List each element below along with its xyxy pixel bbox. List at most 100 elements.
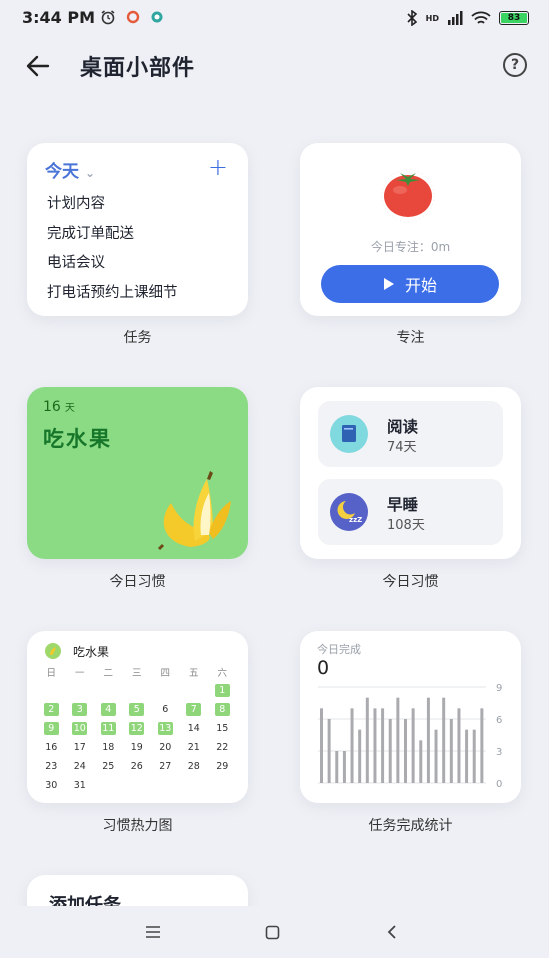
heatmap-day-cell: 29 xyxy=(216,761,229,772)
stats-bar xyxy=(358,729,362,783)
focus-widget-caption: 专注 xyxy=(396,330,425,346)
task-stats-widget[interactable]: 今日完成 0 0369 xyxy=(300,631,521,803)
stats-bar xyxy=(442,697,446,783)
stats-bar xyxy=(320,708,323,783)
heatmap-day-cell: 4 xyxy=(94,702,123,717)
back-arrow-icon[interactable] xyxy=(24,52,52,80)
task-item[interactable]: 电话会议 xyxy=(47,249,178,279)
focus-start-button[interactable]: 开始 xyxy=(321,265,499,303)
task-item[interactable]: 完成订单配送 xyxy=(47,220,178,250)
wifi-icon xyxy=(471,11,491,24)
heatmap-habit-name: 吃水果 xyxy=(73,645,110,659)
heatmap-day-cell: 12 xyxy=(129,722,145,735)
signal-label: HD xyxy=(425,13,439,23)
task-stats-chart: 0 3 6 9 xyxy=(318,683,502,790)
stats-bar xyxy=(327,719,331,783)
heatmap-empty-cell xyxy=(66,683,95,698)
stats-bar xyxy=(411,708,415,783)
focus-widget[interactable]: 今日专注：0m 开始 xyxy=(300,143,521,316)
heatmap-empty-cell xyxy=(180,683,209,698)
back-icon[interactable] xyxy=(386,924,398,940)
habit-name: 吃水果 xyxy=(43,427,112,451)
heatmap-weekday-label: 六 xyxy=(217,667,227,679)
heatmap-day-cell: 1 xyxy=(208,683,237,698)
task-item[interactable]: 打电话预约上课细节 xyxy=(47,279,178,309)
heatmap-day-cell: 18 xyxy=(102,742,115,753)
habit-single-widget[interactable]: 16 天 吃水果 xyxy=(27,387,248,559)
heatmap-day-cell: 23 xyxy=(45,761,58,772)
app-notification-icon-teal xyxy=(151,11,163,23)
heatmap-day-cell: 28 xyxy=(187,761,200,772)
habit-list-item-days: 108天 xyxy=(387,518,425,533)
heatmap-day-cell: 30 xyxy=(45,780,58,791)
heatmap-weekday-label: 二 xyxy=(103,667,113,679)
habit-list-item[interactable]: 阅读 74天 xyxy=(318,401,503,467)
heatmap-weekday-label: 五 xyxy=(188,667,199,679)
home-icon[interactable] xyxy=(265,925,280,940)
heatmap-empty-cell xyxy=(37,683,66,698)
svg-text:zzZ: zzZ xyxy=(349,516,362,524)
task-filter-dropdown[interactable]: 今天 ⌄ xyxy=(45,157,95,182)
heatmap-day-cell: 10 xyxy=(72,722,88,735)
play-icon xyxy=(383,278,394,290)
task-widget[interactable]: 今天 ⌄ + 计划内容 完成订单配送 电话会议 打电话预约上课细节 xyxy=(27,143,248,316)
task-widget-caption: 任务 xyxy=(123,330,152,346)
stats-bar xyxy=(342,751,346,783)
heatmap-day-cell: 5 xyxy=(123,702,152,717)
status-notification-icons xyxy=(100,9,164,25)
stats-bar xyxy=(365,697,369,783)
stats-bar xyxy=(426,697,430,783)
heatmap-day-cell: 16 xyxy=(45,742,58,753)
stats-bar xyxy=(335,751,339,783)
stats-bar xyxy=(404,719,407,783)
heatmap-weekday-label: 日 xyxy=(46,667,56,679)
add-task-plus-icon[interactable]: + xyxy=(208,153,228,181)
habit-list-item[interactable]: zzZ 早睡 108天 xyxy=(318,479,503,545)
habit-single-caption: 今日习惯 xyxy=(109,574,166,590)
menu-icon[interactable] xyxy=(145,925,161,939)
status-right-icons: HD 83 xyxy=(406,10,529,26)
habit-list-widget[interactable]: 阅读 74天 zzZ 早睡 108天 xyxy=(300,387,521,559)
habit-days-number: 16 xyxy=(43,399,61,415)
heatmap-day-cell: 27 xyxy=(159,761,172,772)
habit-list-item-name: 早睡 xyxy=(387,496,419,514)
stats-bar xyxy=(480,708,484,783)
heatmap-day-cell: 31 xyxy=(73,780,86,791)
heatmap-day-cell: 6 xyxy=(162,704,169,715)
heatmap-day-cell: 11 xyxy=(100,722,116,735)
alarm-icon xyxy=(101,10,115,25)
heatmap-day-cell: 22 xyxy=(216,742,229,753)
heatmap-day-cell: 7 xyxy=(180,702,209,717)
heatmap-day-cell: 21 xyxy=(187,742,200,753)
help-icon[interactable]: ? xyxy=(503,53,527,77)
focus-today-label: 今日专注：0m xyxy=(370,240,451,254)
stats-bar xyxy=(419,740,423,783)
heatmap-weekday-label: 三 xyxy=(131,667,142,679)
task-item[interactable]: 计划内容 xyxy=(47,190,178,220)
habit-heatmap-widget[interactable]: 吃水果 日一二三四五六 1 2 3 4 5 6 7 8 9 10 11 12 13 14 15 16 17 18 19… xyxy=(27,631,248,803)
habit-list-caption: 今日习惯 xyxy=(382,574,439,590)
cell-signal-icon xyxy=(448,11,463,25)
bluetooth-icon xyxy=(407,10,417,26)
heatmap-day-cell: 26 xyxy=(130,761,143,772)
stats-bar xyxy=(434,729,438,783)
habit-days-count: 16 天 xyxy=(43,399,75,415)
stats-bar xyxy=(396,697,400,783)
heatmap-day-cell: 3 xyxy=(66,702,95,717)
book-icon xyxy=(330,415,368,453)
battery-level: 83 xyxy=(507,13,521,23)
habit-list-item-name: 阅读 xyxy=(387,418,419,436)
battery-icon: 83 xyxy=(499,11,529,25)
heatmap-empty-cell xyxy=(123,683,152,698)
heatmap-day-cell: 8 xyxy=(208,702,237,717)
page-title: 桌面小部件 xyxy=(80,56,196,81)
heatmap-day-cell: 17 xyxy=(73,742,86,753)
heatmap-calendar-grid: 日一二三四五六 1 2 3 4 5 6 7 8 9 10 11 12 13 14 15 16 17 18 19 20 21… xyxy=(37,664,237,793)
tomato-icon xyxy=(381,169,435,223)
task-list: 计划内容 完成订单配送 电话会议 打电话预约上课细节 xyxy=(47,190,178,308)
stats-caption: 任务完成统计 xyxy=(368,818,453,834)
stats-bar xyxy=(373,708,377,783)
stats-y-tick-label: 3 xyxy=(496,747,502,758)
heatmap-day-cell: 20 xyxy=(159,742,172,753)
habit-list-item-days: 74天 xyxy=(387,440,417,455)
